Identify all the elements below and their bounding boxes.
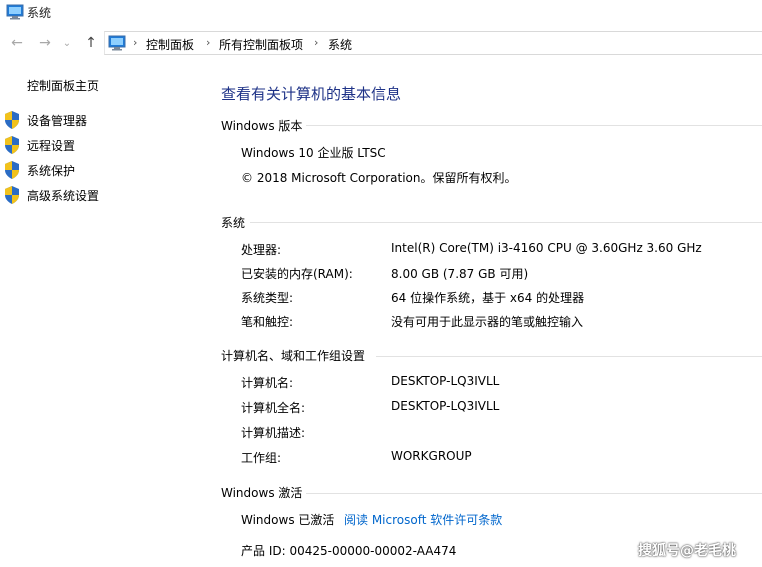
breadcrumb-separator: › [314,36,319,49]
page-title: 查看有关计算机的基本信息 [221,85,402,103]
section-heading-system: 系统 [221,216,246,230]
recent-locations-chevron-icon[interactable]: ⌄ [61,34,73,52]
license-terms-link[interactable]: 阅读 Microsoft 软件许可条款 [344,511,502,528]
uac-shield-icon [5,186,19,204]
control-panel-home-link[interactable]: 控制面板主页 [27,77,99,94]
sidebar-item-remote-settings[interactable]: 远程设置 [4,135,204,155]
uac-shield-icon [5,161,19,179]
breadcrumb-all-control-panel-items[interactable]: 所有控制面板项 [219,36,303,53]
full-computer-name-value: DESKTOP-LQ3IVLL [391,399,500,413]
address-bar[interactable]: › 控制面板 › 所有控制面板项 › 系统 [104,31,762,55]
window-title: 系统 [27,6,52,20]
main-content: 查看有关计算机的基本信息 Windows 版本 Windows 10 企业版 L… [210,60,762,567]
sidebar-item-label: 远程设置 [27,139,76,153]
section-heading-windows-activation: Windows 激活 [221,486,303,500]
breadcrumb-system[interactable]: 系统 [328,36,352,53]
breadcrumb-separator: › [206,36,211,49]
product-id: 产品 ID: 00425-00000-00002-AA474 [241,544,457,558]
section-heading-computer-name: 计算机名、域和工作组设置 [221,349,366,363]
sidebar-item-device-manager[interactable]: 设备管理器 [4,110,204,130]
pen-touch-value: 没有可用于此显示器的笔或触控输入 [391,315,584,329]
computer-name-label: 计算机名: [241,376,294,390]
section-divider [376,356,762,357]
navigation-bar: ← → ⌄ ↑ › 控制面板 › 所有控制面板项 › 系统 [0,28,762,58]
uac-shield-icon [5,111,19,129]
sidebar-item-label: 高级系统设置 [27,189,100,203]
system-type-value: 64 位操作系统，基于 x64 的处理器 [391,291,585,305]
processor-label: 处理器: [241,243,282,257]
uac-shield-icon [5,136,19,154]
workgroup-value: WORKGROUP [391,449,472,463]
section-divider [306,493,762,494]
windows-edition-name: Windows 10 企业版 LTSC [241,146,386,160]
workgroup-label: 工作组: [241,451,282,465]
memory-value: 8.00 GB (7.87 GB 可用) [391,267,529,281]
title-bar: 系统 [0,0,762,26]
sidebar-item-system-protection[interactable]: 系统保护 [4,160,204,180]
section-divider [306,125,762,126]
full-computer-name-label: 计算机全名: [241,401,306,415]
copyright-text: © 2018 Microsoft Corporation。保留所有权利。 [241,171,517,185]
back-arrow-icon[interactable]: ← [8,34,26,52]
activation-status: Windows 已激活 [241,513,335,527]
system-type-label: 系统类型: [241,291,294,305]
sidebar-item-label: 系统保护 [27,164,76,178]
up-arrow-icon[interactable]: ↑ [82,34,100,52]
forward-arrow-icon[interactable]: → [36,34,54,52]
memory-label: 已安装的内存(RAM): [241,267,353,281]
section-heading-windows-edition: Windows 版本 [221,119,303,133]
pen-touch-label: 笔和触控: [241,315,294,329]
control-panel-icon [108,35,126,51]
breadcrumb-control-panel[interactable]: 控制面板 [146,36,194,53]
processor-value: Intel(R) Core(TM) i3-4160 CPU @ 3.60GHz … [391,241,702,255]
computer-description-label: 计算机描述: [241,426,306,440]
section-divider [250,222,762,223]
breadcrumb-separator: › [133,36,138,49]
watermark: 搜狐号@老毛桃 [638,543,736,559]
computer-name-value: DESKTOP-LQ3IVLL [391,374,500,388]
sidebar-item-label: 设备管理器 [27,114,88,128]
task-pane: 控制面板主页 设备管理器 远程设置 系统保护 高级系统设置 [0,60,210,567]
sidebar-item-advanced-system-settings[interactable]: 高级系统设置 [4,185,204,205]
system-window-icon [6,4,24,20]
